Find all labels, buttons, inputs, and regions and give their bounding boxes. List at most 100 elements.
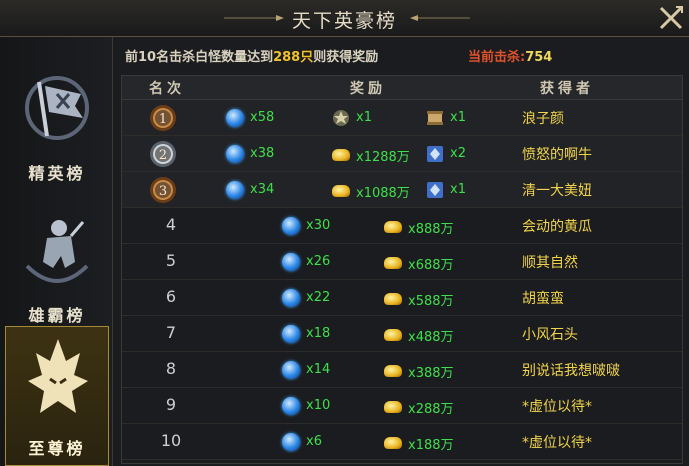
gold-ingot-icon: [384, 329, 402, 341]
reward-quantity: x1088万: [356, 186, 410, 201]
winner-name[interactable]: 胡蛮蛮: [522, 288, 564, 308]
reward-quantity: x6: [306, 434, 322, 449]
blue-gem-icon: [282, 433, 300, 451]
blue-gem-icon: [282, 361, 300, 379]
rank-number: 5: [165, 251, 177, 270]
kills-label: 当前击杀:: [468, 50, 526, 65]
kills-value: 754: [525, 50, 553, 65]
sidebar: 精英榜 雄霸榜 至尊榜: [0, 37, 113, 466]
bronze-medal-icon: 3: [148, 175, 178, 209]
blue-gem-icon: [282, 253, 300, 271]
close-icon[interactable]: [656, 3, 686, 33]
reward-quantity: x30: [306, 218, 331, 233]
table-row: 1 x58 x1 x1 浪子颜: [122, 100, 682, 136]
table-row: 7 x18 x488万 小风石头: [122, 316, 682, 352]
winner-name[interactable]: 浪子颜: [522, 108, 564, 128]
reward-quantity: x34: [250, 182, 275, 197]
gold-ingot-icon: [332, 149, 350, 161]
warrior-icon: [25, 220, 89, 283]
table-header: 名次 奖励 获得者: [122, 76, 682, 100]
reward-quantity: x888万: [408, 222, 454, 237]
table-row: 4 x30 x888万 会动的黄瓜: [122, 208, 682, 244]
winner-name[interactable]: *虚位以待*: [522, 432, 592, 452]
table-row: 5 x26 x688万 顺其自然: [122, 244, 682, 280]
table-row: 9 x10 x288万 *虚位以待*: [122, 388, 682, 424]
tab-label: 至尊榜: [28, 439, 86, 458]
header-reward: 奖励: [350, 81, 386, 97]
reward-quantity: x2: [450, 146, 466, 161]
scroll-icon: [426, 109, 444, 127]
tab-elite[interactable]: 精英榜: [5, 60, 109, 183]
reward-quantity: x18: [306, 326, 331, 341]
gold-ingot-icon: [384, 401, 402, 413]
reward-quantity: x688万: [408, 258, 454, 273]
winner-name[interactable]: 会动的黄瓜: [522, 216, 592, 236]
reward-quantity: x14: [306, 362, 331, 377]
table-row: 8 x14 x388万 别说话我想啵啵: [122, 352, 682, 388]
tab-hegemon[interactable]: 雄霸榜: [5, 202, 109, 325]
rank-number: 6: [165, 287, 177, 306]
winner-name[interactable]: 清一大美妞: [522, 180, 592, 200]
table-row: 10 x6 x188万 *虚位以待*: [122, 424, 682, 460]
reward-quantity: x10: [306, 398, 331, 413]
rank-number: 9: [165, 395, 177, 414]
main-panel: 前10名击杀白怪数量达到288只则获得奖励 当前击杀:754 名次 奖励 获得者…: [113, 37, 689, 466]
rank-number: 10: [160, 431, 182, 450]
winner-name[interactable]: 顺其自然: [522, 252, 578, 272]
rank-number: 4: [165, 215, 177, 234]
notice-prefix: 前10名击杀白怪数量达到: [125, 50, 274, 65]
emblem-icon: [332, 109, 350, 127]
tab-label: 雄霸榜: [28, 306, 86, 325]
gold-ingot-icon: [384, 221, 402, 233]
blue-gem-icon: [226, 181, 244, 199]
tab-label: 精英榜: [28, 164, 86, 183]
reward-quantity: x288万: [408, 402, 454, 417]
flag-icon: [25, 76, 89, 140]
blue-gem-icon: [226, 109, 244, 127]
reward-quantity: x22: [306, 290, 331, 305]
silver-medal-icon: 2: [148, 139, 178, 173]
rank-number: 3: [159, 184, 167, 199]
crystal-icon: [426, 145, 444, 163]
reward-quantity: x1: [356, 110, 372, 125]
reward-quantity: x1288万: [356, 150, 410, 165]
header-rank: 名次: [149, 81, 185, 97]
reward-quantity: x1: [450, 182, 466, 197]
winner-name[interactable]: *虚位以待*: [522, 396, 592, 416]
reward-quantity: x38: [250, 146, 275, 161]
rank-number: 8: [165, 359, 177, 378]
blue-gem-icon: [282, 325, 300, 343]
current-kills: 当前击杀:754: [468, 46, 552, 65]
table-row: 6 x22 x588万 胡蛮蛮: [122, 280, 682, 316]
blue-gem-icon: [226, 145, 244, 163]
ranking-table: 名次 奖励 获得者 1 x58 x1 x1 浪子颜 2 x38 x1288万 x2 愤怒的啊牛 …: [121, 75, 683, 464]
blue-gem-icon: [282, 397, 300, 415]
winner-name[interactable]: 小风石头: [522, 324, 578, 344]
tab-supreme[interactable]: 至尊榜: [5, 326, 109, 466]
table-row: 2 x38 x1288万 x2 愤怒的啊牛: [122, 136, 682, 172]
gold-ingot-icon: [332, 185, 350, 197]
header-winner: 获得者: [540, 81, 594, 97]
gold-ingot-icon: [384, 293, 402, 305]
demon-helmet-icon: [28, 339, 88, 413]
reward-quantity: x1: [450, 110, 466, 125]
blue-gem-icon: [282, 217, 300, 235]
window-title: 天下英豪榜: [291, 10, 397, 32]
reward-quantity: x588万: [408, 294, 454, 309]
gold-ingot-icon: [384, 257, 402, 269]
table-row: 3 x34 x1088万 x1 清一大美妞: [122, 172, 682, 208]
title-bar: 天下英豪榜: [0, 0, 689, 37]
rank-number: 2: [159, 148, 167, 163]
reward-notice: 前10名击杀白怪数量达到288只则获得奖励: [125, 46, 378, 65]
reward-quantity: x488万: [408, 330, 454, 345]
gold-ingot-icon: [384, 437, 402, 449]
reward-quantity: x26: [306, 254, 331, 269]
winner-name[interactable]: 别说话我想啵啵: [522, 360, 620, 380]
notice-highlight: 288只: [273, 50, 314, 65]
crystal-icon: [426, 181, 444, 199]
reward-quantity: x58: [250, 110, 275, 125]
bronze-medal-icon: 1: [148, 103, 178, 137]
winner-name[interactable]: 愤怒的啊牛: [522, 144, 592, 164]
gold-ingot-icon: [384, 365, 402, 377]
blue-gem-icon: [282, 289, 300, 307]
